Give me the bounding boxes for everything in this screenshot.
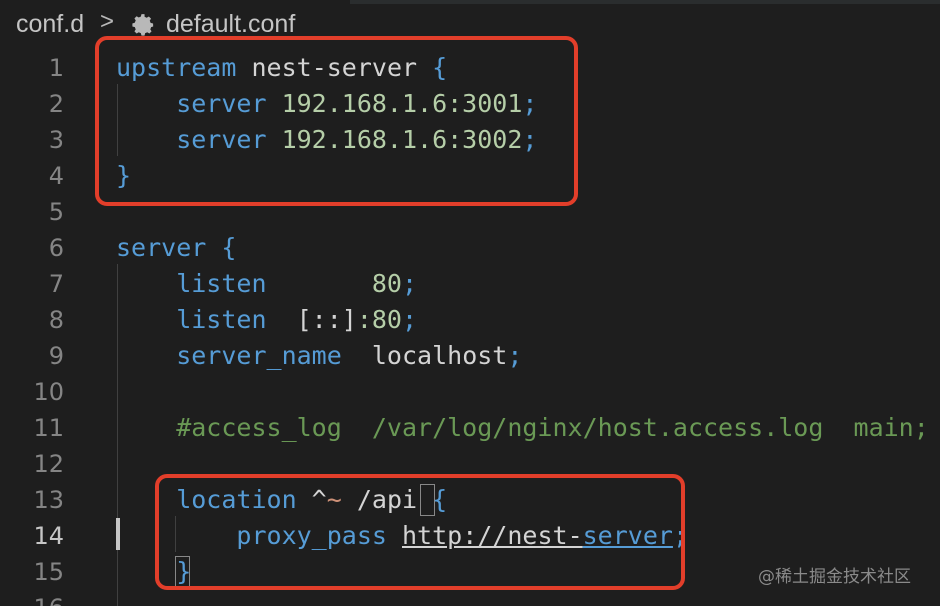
code-token: localhost — [341, 341, 508, 370]
code-token: server_name — [116, 341, 342, 370]
code-line[interactable]: 6 server { — [0, 230, 940, 266]
location-highlight-box — [155, 474, 685, 590]
code-token: :80 — [356, 305, 402, 334]
code-token: 80 — [266, 269, 402, 298]
code-text: server { — [116, 230, 236, 266]
code-token: #access_log /var/log/nginx/host.access.l… — [116, 413, 929, 442]
line-number: 16 — [0, 590, 64, 606]
code-line[interactable]: 11 #access_log /var/log/nginx/host.acces… — [0, 410, 940, 446]
tab-bar-divider — [350, 0, 940, 4]
line-number: 6 — [48, 234, 64, 262]
code-text: listen 80; — [116, 266, 417, 302]
code-text: #access_log /var/log/nginx/host.access.l… — [116, 410, 929, 446]
line-number: 3 — [48, 126, 64, 154]
code-line[interactable]: 8 listen [::]:80; — [0, 302, 940, 338]
line-number: 12 — [33, 450, 64, 478]
line-number: 11 — [33, 414, 64, 442]
code-line[interactable]: 10 — [0, 374, 940, 410]
breadcrumb-folder[interactable]: conf.d — [16, 10, 84, 39]
code-text: server_name localhost; — [116, 338, 522, 374]
line-number: 1 — [48, 54, 64, 82]
breadcrumb-file[interactable]: default.conf — [166, 10, 295, 39]
code-token: ; — [507, 341, 523, 370]
line-number: 4 — [48, 162, 64, 190]
chevron-right-icon: > — [100, 8, 115, 35]
code-token: { — [206, 233, 237, 262]
code-line[interactable]: 7 listen 80; — [0, 266, 940, 302]
code-text: listen [::]:80; — [116, 302, 417, 338]
line-number: 10 — [33, 378, 64, 406]
watermark: @稀土掘金技术社区 — [758, 567, 911, 587]
code-token: server — [116, 233, 207, 262]
line-number: 9 — [48, 342, 64, 370]
gear-icon — [132, 14, 154, 36]
upstream-highlight-box — [95, 36, 578, 206]
line-number: 15 — [33, 558, 64, 586]
code-line[interactable]: 9 server_name localhost; — [0, 338, 940, 374]
line-number: 2 — [48, 90, 64, 118]
code-token: listen — [116, 305, 267, 334]
code-token: [::] — [266, 305, 357, 334]
code-line[interactable]: 16 — [0, 590, 940, 606]
code-token: ; — [401, 269, 418, 298]
line-number: 8 — [48, 306, 64, 334]
line-number: 5 — [48, 198, 64, 226]
code-token: listen — [116, 269, 267, 298]
line-number: 7 — [48, 270, 64, 298]
line-number: 13 — [33, 486, 64, 514]
code-token: ; — [401, 305, 418, 334]
line-number: 14 — [33, 522, 64, 550]
